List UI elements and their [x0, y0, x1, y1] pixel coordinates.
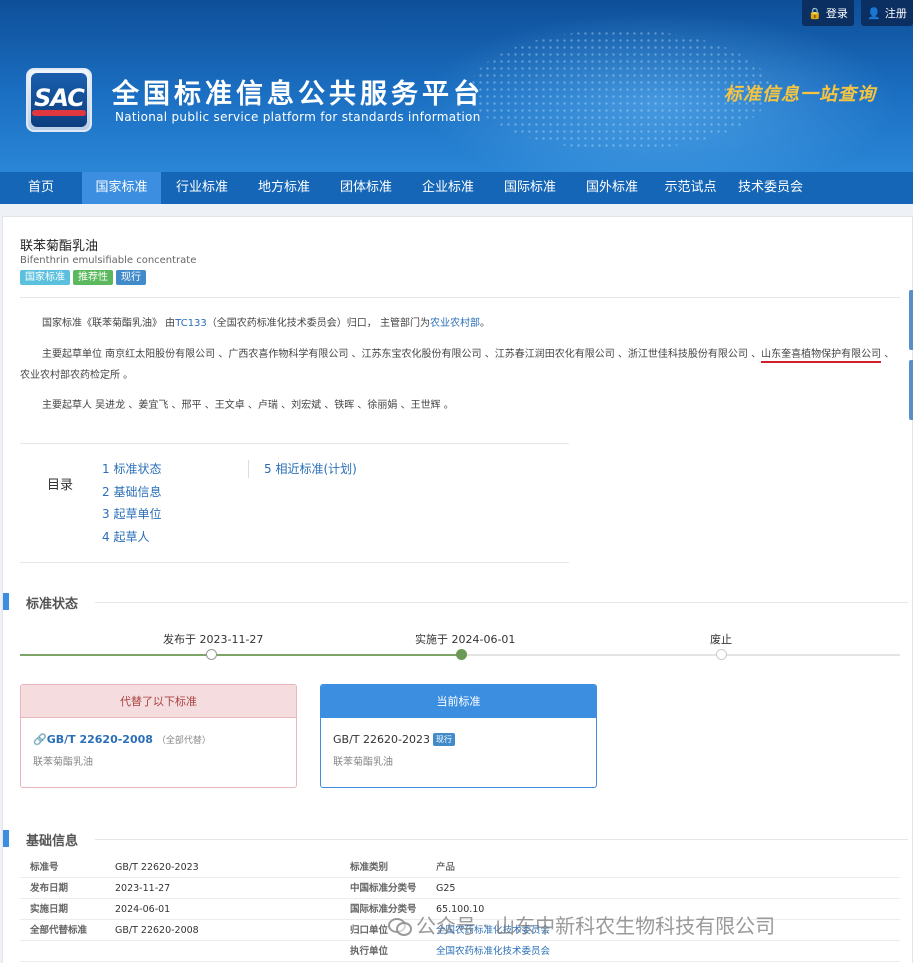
toc-column-left: 1 标准状态 2 基础信息 3 起草单位 4 起草人: [102, 458, 161, 548]
nav-item-1[interactable]: 国家标准: [82, 172, 161, 204]
watermark: 公众号 · 山东中新科农生物科技有限公司: [388, 910, 775, 939]
replaced-card-header: 代替了以下标准: [21, 685, 296, 718]
nav-item-0[interactable]: 首页: [0, 172, 82, 204]
toc-item-status[interactable]: 1 标准状态: [102, 458, 161, 481]
sac-logo[interactable]: SAC: [26, 68, 92, 132]
toc-divider: [248, 460, 249, 478]
tag-national: 国家标准: [20, 270, 70, 285]
toc-item-similar-standards[interactable]: 5 相近标准(计划): [264, 458, 357, 481]
timeline-label-implemented: 实施于 2024-06-01: [415, 633, 516, 646]
toc-item-drafting-units[interactable]: 3 起草单位: [102, 503, 161, 526]
site-title: 全国标准信息公共服务平台: [112, 79, 484, 110]
section-heading-status: 标准状态: [3, 593, 908, 612]
register-button[interactable]: 👤 注册: [861, 0, 913, 26]
timeline-progress: [20, 654, 461, 656]
status-timeline: 发布于 2023-11-27 实施于 2024-06-01 废止: [20, 627, 900, 667]
logo-text: SAC: [34, 84, 85, 112]
site-header: 🔒 登录 👤 注册 SAC 全国标准信息公共服务平台 National publ…: [0, 0, 913, 172]
user-icon: 👤: [867, 6, 881, 20]
nav-item-8[interactable]: 示范试点: [653, 172, 728, 204]
wechat-icon: [388, 916, 412, 936]
lock-icon: 🔒: [808, 6, 822, 20]
tag-recommended: 推荐性: [73, 270, 113, 285]
current-card-header: 当前标准: [321, 685, 596, 718]
intro-paragraph-1: 国家标准《联苯菊酯乳油》 由TC133（全国农药标准化技术委员会）归口， 主管部…: [42, 318, 490, 329]
timeline-remaining: [461, 654, 900, 656]
current-standard-code: GB/T 22620-2023: [333, 733, 430, 746]
timeline-dot-abolished: [716, 649, 727, 660]
nav-item-5[interactable]: 企业标准: [407, 172, 489, 204]
site-slogan: 标准信息一站查询: [724, 84, 876, 105]
current-standard-name: 联苯菊酯乳油: [333, 757, 393, 768]
table-row: 执行单位 全国农药标准化技术委员会: [20, 941, 900, 962]
replaced-standard-name: 联苯菊酯乳油: [33, 757, 93, 768]
standard-tags: 国家标准 推荐性 现行: [20, 270, 146, 285]
table-row: 标准号 GB/T 22620-2023 标准类别 产品: [20, 857, 900, 878]
tc-link[interactable]: TC133: [175, 318, 207, 329]
timeline-label-abolished: 废止: [710, 633, 732, 646]
standard-title: 联苯菊酯乳油: [20, 239, 99, 254]
executing-unit-link[interactable]: 全国农药标准化技术委员会: [436, 946, 550, 957]
current-standard-card: 当前标准 GB/T 22620-2023 现行 联苯菊酯乳油: [320, 684, 597, 788]
department-link[interactable]: 农业农村部: [430, 318, 480, 329]
nav-item-9[interactable]: 技术委员会: [728, 172, 813, 204]
site-subtitle: National public service platform for sta…: [115, 110, 481, 124]
current-badge: 现行: [432, 733, 455, 746]
main-nav: 首页 国家标准 行业标准 地方标准 团体标准 企业标准 国际标准 国外标准 示范试点 技术委员会: [0, 172, 913, 204]
nav-item-4[interactable]: 团体标准: [325, 172, 407, 204]
section-heading-basic-info: 基础信息: [3, 830, 908, 849]
timeline-label-published: 发布于 2023-11-27: [163, 633, 264, 646]
timeline-dot-published: [206, 649, 217, 660]
nav-item-2[interactable]: 行业标准: [161, 172, 243, 204]
toc-item-drafters[interactable]: 4 起草人: [102, 526, 161, 549]
replaced-standard-link[interactable]: 🔗GB/T 22620-2008: [33, 733, 153, 746]
replaced-standard-card: 代替了以下标准 🔗GB/T 22620-2008 （全部代替） 联苯菊酯乳油: [20, 684, 297, 788]
link-icon: 🔗: [33, 733, 47, 746]
standard-detail-panel: 联苯菊酯乳油 Bifenthrin emulsifiable concentra…: [2, 216, 913, 963]
toc-column-right: 5 相近标准(计划): [264, 458, 357, 481]
table-row: 发布日期 2023-11-27 中国标准分类号 G25: [20, 878, 900, 899]
nav-item-6[interactable]: 国际标准: [489, 172, 571, 204]
side-tab[interactable]: [909, 290, 913, 350]
side-tab[interactable]: [909, 360, 913, 420]
timeline-dot-implemented: [456, 649, 467, 660]
intro-paragraph-drafting-units: 主要起草单位 南京红太阳股份有限公司 、广西农喜作物科学有限公司 、江苏东宝农化…: [20, 349, 895, 381]
nav-item-7[interactable]: 国外标准: [571, 172, 653, 204]
highlighted-unit: 山东奎喜植物保护有限公司: [761, 349, 882, 363]
toc-item-basic-info[interactable]: 2 基础信息: [102, 481, 161, 504]
tag-current: 现行: [116, 270, 146, 285]
divider: [20, 297, 900, 298]
toc-label: 目录: [47, 478, 74, 493]
intro-paragraph-drafters: 主要起草人 吴进龙 、姜宜飞 、邢平 、王文卓 、卢瑞 、刘宏斌 、铁晖 、徐丽…: [42, 400, 454, 411]
standard-title-en: Bifenthrin emulsifiable concentrate: [20, 255, 197, 266]
nav-item-3[interactable]: 地方标准: [243, 172, 325, 204]
table-of-contents: 目录 1 标准状态 2 基础信息 3 起草单位 4 起草人 5 相近标准(计划): [20, 443, 569, 563]
login-button[interactable]: 🔒 登录: [802, 0, 854, 26]
